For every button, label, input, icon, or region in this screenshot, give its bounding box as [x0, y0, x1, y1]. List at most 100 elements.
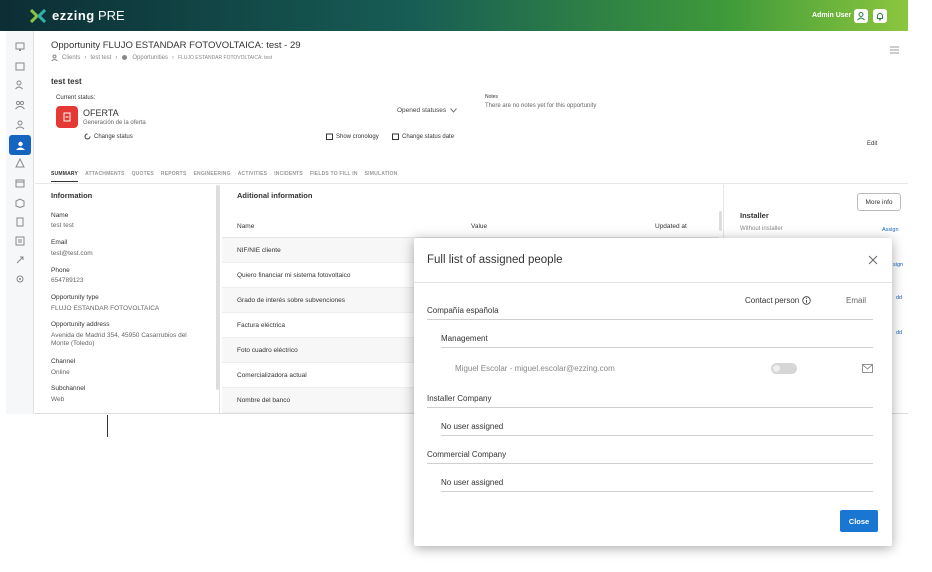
hamburger-menu-icon[interactable]	[890, 46, 899, 54]
tab-quotes[interactable]: QUOTES	[132, 171, 154, 182]
information-panel: Information Name test test Email test@te…	[51, 191, 221, 403]
chevron-down-icon	[450, 108, 458, 113]
group-divider	[441, 435, 873, 436]
additional-info-header: Name Value Updated at	[222, 218, 719, 238]
status-badge	[56, 106, 78, 128]
group-divider	[441, 347, 873, 348]
tab-attachments[interactable]: ATTACHMENTS	[85, 171, 125, 182]
show-cronology-button[interactable]: Show cronology	[326, 133, 379, 140]
tab-engineering[interactable]: ENGINEERING	[193, 171, 230, 182]
logo-icon	[30, 9, 46, 23]
sidebar-reports-icon[interactable]	[10, 233, 30, 249]
sidebar-users-icon[interactable]	[10, 77, 30, 93]
group-divider	[427, 463, 873, 464]
sidebar-building-icon[interactable]	[10, 214, 30, 230]
status-name: OFERTA	[83, 108, 119, 118]
close-icon[interactable]	[868, 255, 878, 265]
column-name-header: Name	[237, 223, 255, 230]
tab-activities[interactable]: ACTIVITIES	[238, 171, 268, 182]
bell-icon[interactable]	[873, 9, 887, 23]
tab-fields-to-fill-in[interactable]: FIELDS TO FILL IN	[310, 171, 358, 182]
sidebar-folder-icon[interactable]	[10, 58, 30, 74]
group-divider	[441, 491, 873, 492]
info-label: Phone	[51, 267, 70, 274]
user-icon[interactable]	[854, 9, 868, 23]
info-value: FLUJO ESTANDAR FOTOVOLTAICA	[51, 305, 160, 312]
breadcrumb-opportunities[interactable]: Opportunities	[132, 55, 168, 61]
sidebar-box-icon[interactable]	[10, 195, 30, 211]
installer-heading: Installer	[740, 211, 769, 220]
assigned-people-modal: Full list of assigned people Contact per…	[414, 238, 892, 546]
add-link[interactable]: dd	[896, 295, 902, 301]
logo-text: ezzing	[52, 8, 95, 23]
sidebar-opportunities-icon[interactable]	[9, 135, 31, 155]
add-link[interactable]: dd	[896, 330, 902, 336]
column-updated-header: Updated at	[655, 223, 687, 230]
info-label: Subchannel	[51, 385, 86, 392]
assign-link[interactable]: sign	[893, 262, 903, 268]
sidebar-dashboard-icon[interactable]	[10, 39, 30, 55]
group-name: Installer Company	[427, 394, 492, 403]
group-name: Compañía española	[427, 306, 499, 315]
page-title: Opportunity FLUJO ESTANDAR FOTOVOLTAICA:…	[51, 40, 301, 51]
group-divider	[427, 319, 873, 320]
text-cursor	[107, 415, 108, 437]
info-value: Web	[51, 396, 65, 403]
email-header: Email	[846, 296, 867, 305]
subgroup-name: Management	[441, 334, 488, 343]
more-info-button[interactable]: More info	[857, 193, 901, 211]
person-entry: Miguel Escolar - miguel.escolar@ezzing.c…	[455, 364, 615, 373]
refresh-icon	[84, 133, 91, 140]
tabs-divider	[35, 183, 908, 184]
top-bar: ezzing PRE Admin User	[0, 0, 908, 31]
opportunities-icon	[122, 55, 128, 60]
table-scrollbar[interactable]	[719, 211, 722, 231]
sidebar-rocket-icon[interactable]	[10, 252, 30, 268]
sidebar-incidents-icon[interactable]	[10, 155, 30, 171]
column-value-header: Value	[471, 223, 488, 230]
change-status-button[interactable]: Change status	[84, 133, 133, 140]
sidebar-settings-icon[interactable]	[10, 271, 30, 287]
mail-icon[interactable]	[862, 364, 873, 373]
info-label: Opportunity address	[51, 321, 110, 328]
sidebar	[6, 31, 34, 414]
panel-divider	[219, 185, 220, 414]
clients-icon	[51, 54, 58, 61]
modal-title: Full list of assigned people	[427, 254, 563, 266]
current-status-label: Current status:	[56, 95, 96, 101]
user-name[interactable]: Admin User	[812, 12, 851, 19]
notes-label: Notes	[485, 94, 499, 100]
notes-empty: There are no notes yet for this opportun…	[485, 103, 597, 109]
document-icon	[63, 112, 71, 122]
tab-incidents[interactable]: INCIDENTS	[274, 171, 303, 182]
breadcrumb-client[interactable]: test test	[90, 55, 111, 61]
info-value: test test	[51, 222, 74, 229]
breadcrumb: Clients › test test › Opportunities › FL…	[51, 54, 272, 61]
info-icon[interactable]	[802, 296, 811, 305]
information-heading: Information	[51, 191, 93, 200]
calendar-icon	[392, 133, 399, 140]
sidebar-team-icon[interactable]	[10, 97, 30, 113]
group-name: Commercial Company	[427, 450, 507, 459]
breadcrumb-clients[interactable]: Clients	[62, 55, 80, 61]
tab-bar: SUMMARY ATTACHMENTS QUOTES REPORTS ENGIN…	[51, 171, 404, 182]
chevron-right-icon: ›	[115, 54, 118, 61]
additional-info-heading: Aditional information	[237, 191, 313, 200]
sidebar-clients-icon[interactable]	[10, 117, 30, 133]
change-status-date-button[interactable]: Change status date	[392, 133, 454, 140]
tab-summary[interactable]: SUMMARY	[51, 171, 79, 182]
tab-simulation[interactable]: SIMULATION	[365, 171, 398, 182]
without-installer-text: Without installer	[740, 226, 783, 232]
sidebar-calendar-icon[interactable]	[10, 175, 30, 191]
environment-label: PRE	[98, 8, 125, 23]
opened-statuses-dropdown[interactable]: Opened statuses	[397, 107, 458, 114]
toggle-knob	[773, 365, 780, 372]
no-user-text: No user assigned	[441, 422, 504, 431]
breadcrumb-opportunity: FLUJO ESTANDAR FOTOVOLTAICA: test	[178, 54, 273, 61]
tab-reports[interactable]: REPORTS	[161, 171, 187, 182]
assign-installer-link[interactable]: Assign	[882, 227, 899, 233]
contact-person-toggle[interactable]	[771, 363, 797, 374]
info-value: test@test.com	[51, 250, 93, 257]
edit-notes-link[interactable]: Edit	[867, 141, 877, 147]
close-button[interactable]: Close	[840, 510, 878, 532]
